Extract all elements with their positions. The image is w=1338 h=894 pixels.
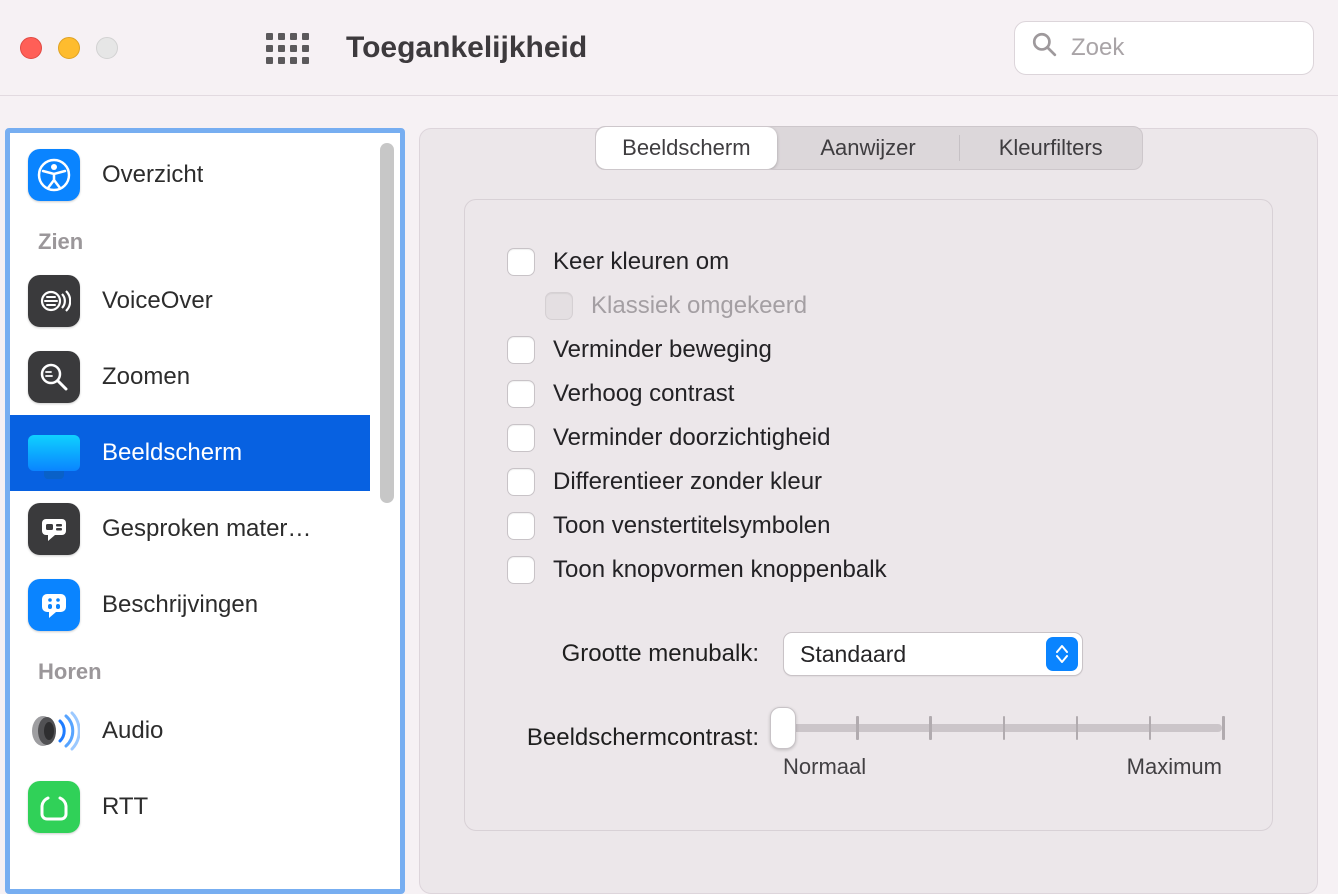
checkbox-icon [545,292,573,320]
checkbox-icon [507,424,535,452]
checkbox-label: Toon venstertitelsymbolen [553,512,830,540]
tab-pointer[interactable]: Aanwijzer [777,127,959,169]
checkbox-icon [507,512,535,540]
checkbox-icon [507,468,535,496]
display-icon [28,427,80,479]
checkbox-label: Toon knopvormen knoppenbalk [553,556,887,584]
popup-arrows-icon [1046,637,1078,671]
voiceover-icon [28,275,80,327]
sidebar-item-rtt[interactable]: RTT [10,769,370,845]
sidebar-item-descriptions[interactable]: Beschrijvingen [10,567,370,643]
sidebar: Overzicht Zien VoiceOver [5,128,405,894]
slider-thumb[interactable] [770,707,796,749]
checkbox-icon [507,556,535,584]
minimize-window-button[interactable] [58,37,80,59]
tab-display[interactable]: Beeldscherm [596,127,778,169]
display-contrast-label: Beeldschermcontrast: [507,720,765,752]
tab-label: Aanwijzer [820,135,915,161]
sidebar-item-zoom[interactable]: Zoomen [10,339,370,415]
sidebar-item-label: Beeldscherm [102,439,242,467]
show-all-prefs-button[interactable] [266,33,306,63]
accessibility-icon [28,149,80,201]
speaker-icon [28,705,80,757]
sidebar-item-label: VoiceOver [102,287,213,315]
checkbox-label: Verminder doorzichtigheid [553,424,831,452]
rtt-icon [28,781,80,833]
sidebar-item-voiceover[interactable]: VoiceOver [10,263,370,339]
sidebar-section-horen: Horen [10,643,370,693]
search-field[interactable] [1014,21,1314,75]
checkbox-label: Keer kleuren om [553,248,729,276]
close-window-button[interactable] [20,37,42,59]
menubar-size-label: Grootte menubalk: [507,640,765,668]
checkbox-classic-invert: Klassiek omgekeerd [545,284,1252,328]
sidebar-section-zien: Zien [10,213,370,263]
sidebar-item-label: Beschrijvingen [102,591,258,619]
sidebar-item-spoken-content[interactable]: Gesproken mater… [10,491,370,567]
checkbox-label: Verminder beweging [553,336,772,364]
sidebar-scrollbar[interactable] [380,143,394,503]
sidebar-item-audio[interactable]: Audio [10,693,370,769]
popup-value: Standaard [800,641,906,668]
checkbox-invert-colors[interactable]: Keer kleuren om [507,240,1252,284]
sidebar-item-overview[interactable]: Overzicht [10,137,370,213]
tab-label: Beeldscherm [622,135,750,161]
checkbox-reduce-transparency[interactable]: Verminder doorzichtigheid [507,416,1252,460]
checkbox-toolbar-button-shapes[interactable]: Toon knopvormen knoppenbalk [507,548,1252,592]
search-input[interactable] [1069,33,1338,63]
sidebar-item-label: Overzicht [102,161,203,189]
checkbox-icon [507,380,535,408]
window-controls [20,37,118,59]
checkbox-label: Verhoog contrast [553,380,734,408]
descriptions-icon [28,579,80,631]
checkbox-reduce-motion[interactable]: Verminder beweging [507,328,1252,372]
titlebar: Toegankelijkheid [0,0,1338,96]
zoom-icon [28,351,80,403]
sidebar-item-label: Zoomen [102,363,190,391]
checkbox-icon [507,336,535,364]
display-options-group: Keer kleuren om Klassiek omgekeerd Vermi… [464,199,1273,831]
checkbox-icon [507,248,535,276]
menubar-size-popup[interactable]: Standaard [783,632,1083,676]
zoom-window-button[interactable] [96,37,118,59]
spoken-content-icon [28,503,80,555]
sidebar-item-label: RTT [102,793,148,821]
checkbox-increase-contrast[interactable]: Verhoog contrast [507,372,1252,416]
tab-group: Beeldscherm Aanwijzer Kleurfilters [595,126,1143,170]
sidebar-item-label: Audio [102,717,163,745]
window-title: Toegankelijkheid [346,31,587,65]
checkbox-window-title-icons[interactable]: Toon venstertitelsymbolen [507,504,1252,548]
sidebar-item-display[interactable]: Beeldscherm [10,415,370,491]
content-panel: Beeldscherm Aanwijzer Kleurfilters Keer … [419,128,1318,894]
tab-label: Kleurfilters [999,135,1103,161]
display-contrast-slider[interactable] [783,724,1222,732]
slider-min-label: Normaal [783,754,866,780]
tab-color-filters[interactable]: Kleurfilters [960,127,1142,169]
search-icon [1031,31,1057,64]
sidebar-item-label: Gesproken mater… [102,515,311,543]
checkbox-differentiate-color[interactable]: Differentieer zonder kleur [507,460,1252,504]
slider-max-label: Maximum [1127,754,1222,780]
checkbox-label: Differentieer zonder kleur [553,468,822,496]
checkbox-label: Klassiek omgekeerd [591,292,807,320]
